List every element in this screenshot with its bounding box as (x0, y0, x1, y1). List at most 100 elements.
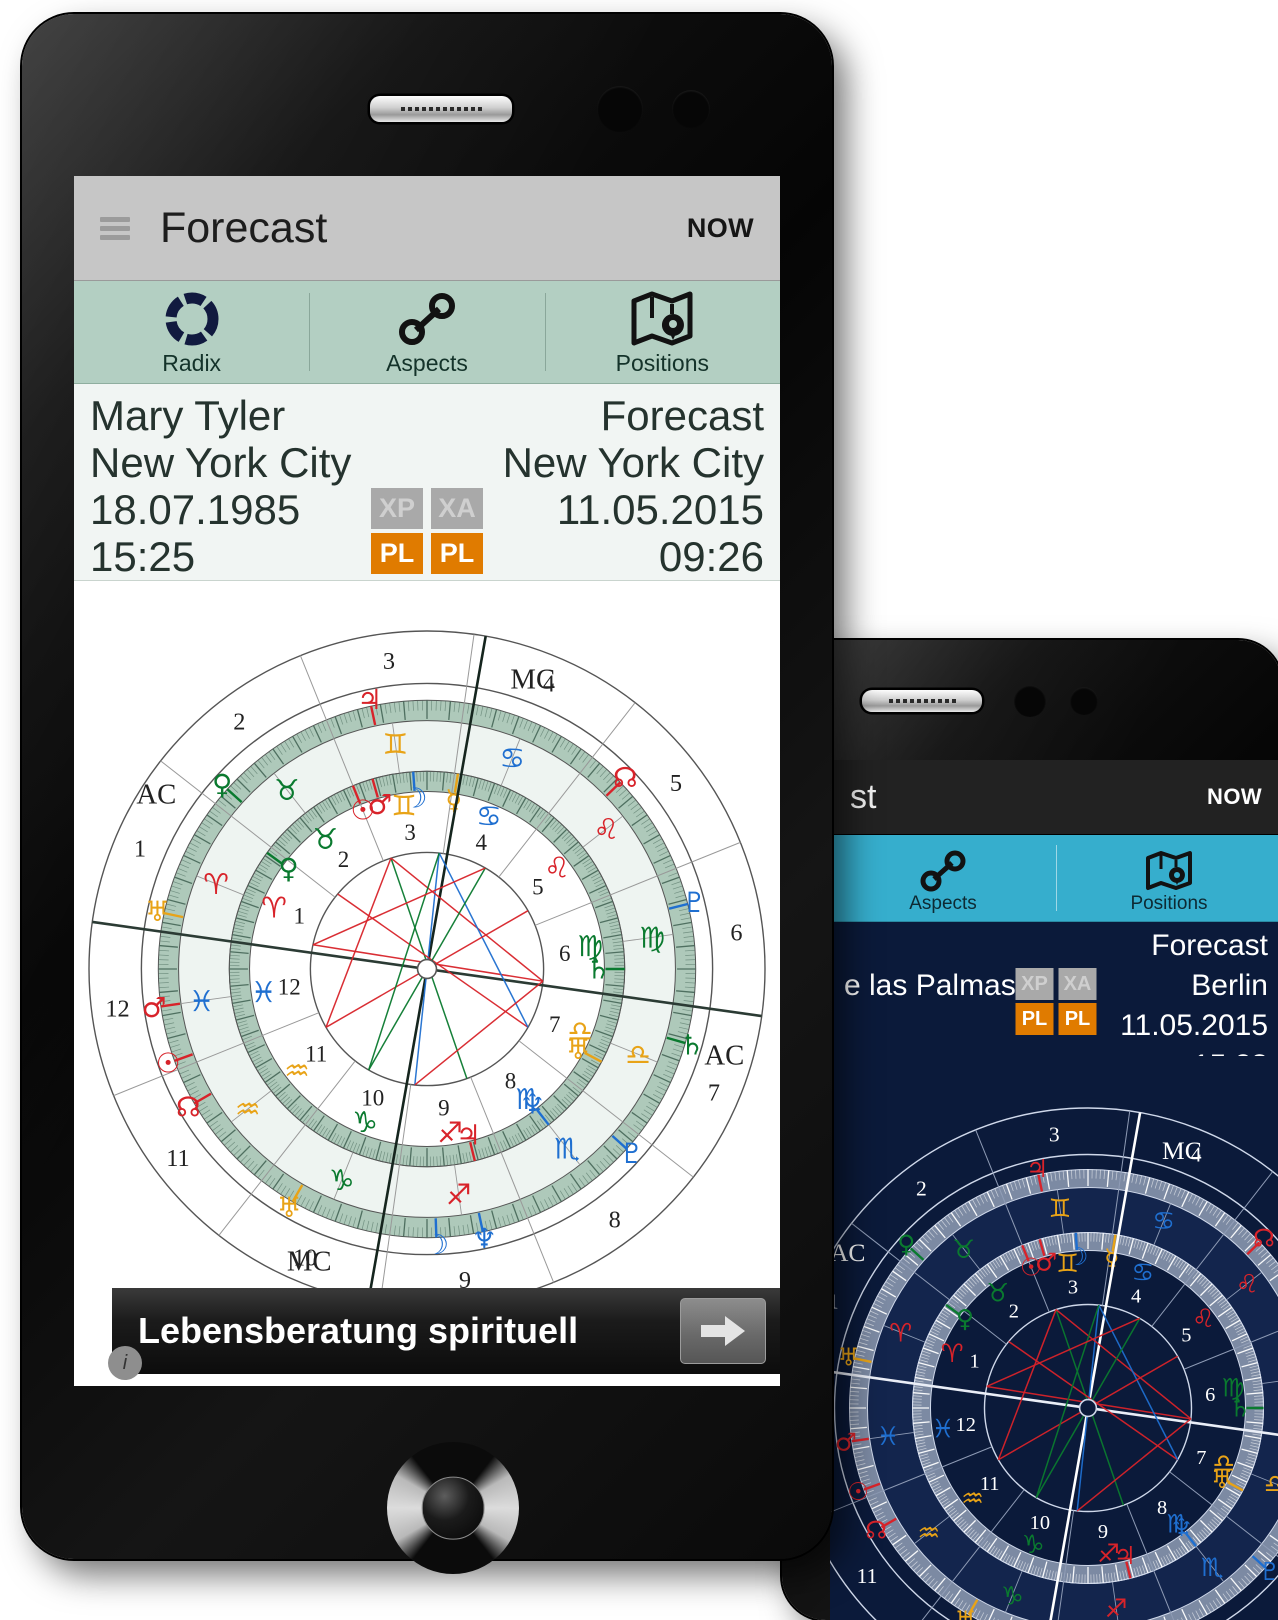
info-left-place-secondary: e las Palmas (844, 966, 1016, 1006)
svg-text:2: 2 (338, 847, 349, 872)
svg-text:♊: ♊ (1048, 1194, 1071, 1224)
aspects-nodes-icon (394, 288, 460, 350)
svg-text:♃: ♃ (357, 683, 382, 716)
phone-device-secondary: st NOW Aspects (782, 640, 1278, 1620)
svg-text:AC: AC (704, 1039, 744, 1071)
svg-text:♓: ♓ (932, 1414, 955, 1444)
svg-text:8: 8 (609, 1206, 621, 1233)
badge-xa-secondary[interactable]: XA (1059, 968, 1097, 1000)
svg-text:♈: ♈ (203, 867, 229, 901)
svg-text:♀: ♀ (212, 768, 232, 801)
tabbar-secondary: Aspects Positions (830, 835, 1278, 922)
badge-pl2-secondary[interactable]: PL (1059, 1003, 1097, 1035)
svg-text:♎: ♎ (625, 1037, 651, 1071)
svg-text:♅: ♅ (955, 1605, 977, 1620)
now-button-primary[interactable]: NOW (687, 213, 754, 244)
horoscope-chart-secondary[interactable]: 123456789101112123456789101112♈♈♉♉♊♊♋♋♌♌… (830, 1056, 1278, 1620)
svg-text:7: 7 (1196, 1447, 1206, 1469)
svg-text:4: 4 (1131, 1285, 1141, 1307)
now-button-secondary[interactable]: NOW (1207, 784, 1262, 810)
info-left-primary: Mary Tyler New York City 18.07.1985 15:2… (90, 392, 351, 570)
tab-label-positions-secondary: Positions (1130, 893, 1207, 915)
svg-text:♌: ♌ (1192, 1304, 1215, 1334)
svg-text:☽: ☽ (424, 1228, 449, 1261)
svg-text:☽: ☽ (1066, 1242, 1088, 1271)
tab-aspects[interactable]: Aspects (309, 281, 544, 383)
svg-text:♆: ♆ (520, 1087, 545, 1120)
svg-text:12: 12 (956, 1414, 976, 1436)
svg-text:♏: ♏ (554, 1131, 580, 1165)
info-icon[interactable]: i (108, 1346, 142, 1380)
svg-text:♉: ♉ (274, 773, 300, 807)
tab-radix[interactable]: Radix (74, 281, 309, 383)
svg-text:♊: ♊ (382, 727, 408, 761)
tab-positions-secondary[interactable]: Positions (1056, 835, 1278, 921)
svg-text:♉: ♉ (986, 1279, 1009, 1309)
appbar-secondary: st NOW (830, 760, 1278, 835)
svg-text:♅: ♅ (145, 895, 170, 928)
info-right-date-secondary: 11.05.2015 (1120, 1006, 1268, 1046)
svg-text:1: 1 (970, 1351, 980, 1373)
badge-xp[interactable]: XP (371, 488, 423, 529)
proximity-sensor-secondary (1070, 687, 1098, 715)
badge-xp-secondary[interactable]: XP (1016, 968, 1054, 1000)
front-camera-primary (597, 86, 643, 132)
svg-text:2: 2 (916, 1176, 927, 1200)
svg-text:☉: ☉ (1020, 1252, 1042, 1281)
info-right-name: Forecast (601, 392, 764, 439)
svg-text:4: 4 (475, 830, 487, 855)
svg-text:5: 5 (1181, 1325, 1191, 1347)
info-right-time: 09:26 (659, 533, 764, 580)
ad-cta-button[interactable] (680, 1298, 766, 1364)
svg-text:☊: ☊ (865, 1516, 887, 1545)
svg-text:2: 2 (1009, 1300, 1019, 1322)
tabbar-primary: Radix Aspects (74, 281, 780, 384)
badge-pl1-secondary[interactable]: PL (1016, 1003, 1054, 1035)
svg-text:7: 7 (708, 1079, 720, 1106)
tab-label-aspects-secondary: Aspects (909, 893, 977, 915)
svg-text:12: 12 (278, 975, 301, 1000)
info-right-date: 11.05.2015 (557, 486, 764, 533)
svg-text:♓: ♓ (877, 1422, 900, 1452)
svg-text:3: 3 (404, 820, 415, 845)
hamburger-menu-icon[interactable] (100, 211, 130, 245)
badge-pl2[interactable]: PL (431, 533, 483, 574)
arrow-right-icon (699, 1314, 747, 1348)
badge-row-top: XP XA (371, 488, 483, 529)
svg-text:♂: ♂ (835, 1427, 857, 1456)
tab-positions[interactable]: Positions (545, 281, 780, 383)
svg-text:♉: ♉ (313, 822, 339, 856)
svg-text:♉: ♉ (952, 1235, 975, 1265)
aspects-nodes-icon (918, 849, 968, 893)
ad-banner[interactable]: Lebensberatung spirituell i (112, 1288, 780, 1374)
home-button-primary[interactable] (387, 1442, 519, 1574)
svg-text:♓: ♓ (251, 975, 277, 1009)
front-camera-secondary (1014, 685, 1046, 717)
screen-primary: Forecast NOW Radix (74, 176, 780, 1386)
svg-text:1: 1 (294, 904, 305, 929)
info-right-secondary: Forecast Berlin 11.05.2015 15:28 (1120, 926, 1268, 1047)
home-button-knob (422, 1477, 485, 1540)
svg-text:☊: ☊ (176, 1090, 201, 1123)
badge-xa[interactable]: XA (431, 488, 483, 529)
tab-aspects-secondary[interactable]: Aspects (830, 835, 1056, 921)
svg-text:8: 8 (1157, 1497, 1167, 1519)
info-right-place-secondary: Berlin (1191, 966, 1268, 1006)
phone-device-primary: Forecast NOW Radix (22, 14, 832, 1559)
svg-text:12: 12 (105, 995, 129, 1022)
svg-text:♆: ♆ (1171, 1513, 1193, 1542)
horoscope-chart-primary[interactable]: 123456789101112123456789101112♈♈♉♉♊♊♋♋♌♌… (74, 581, 780, 1386)
svg-text:6: 6 (559, 941, 570, 966)
info-right-place: New York City (503, 439, 764, 486)
svg-text:AC: AC (136, 778, 176, 810)
svg-text:♒: ♒ (961, 1484, 984, 1514)
svg-text:♃: ♃ (1114, 1541, 1136, 1570)
map-pin-icon (627, 288, 697, 350)
badge-row-top-secondary: XP XA (1016, 968, 1097, 1000)
svg-text:♋: ♋ (1131, 1258, 1154, 1288)
tab-label-positions: Positions (616, 350, 709, 377)
badge-pl1[interactable]: PL (371, 533, 423, 574)
svg-text:8: 8 (505, 1069, 516, 1094)
svg-text:MC: MC (510, 664, 555, 696)
badge-group-secondary: XP XA PL PL (1016, 968, 1097, 1035)
